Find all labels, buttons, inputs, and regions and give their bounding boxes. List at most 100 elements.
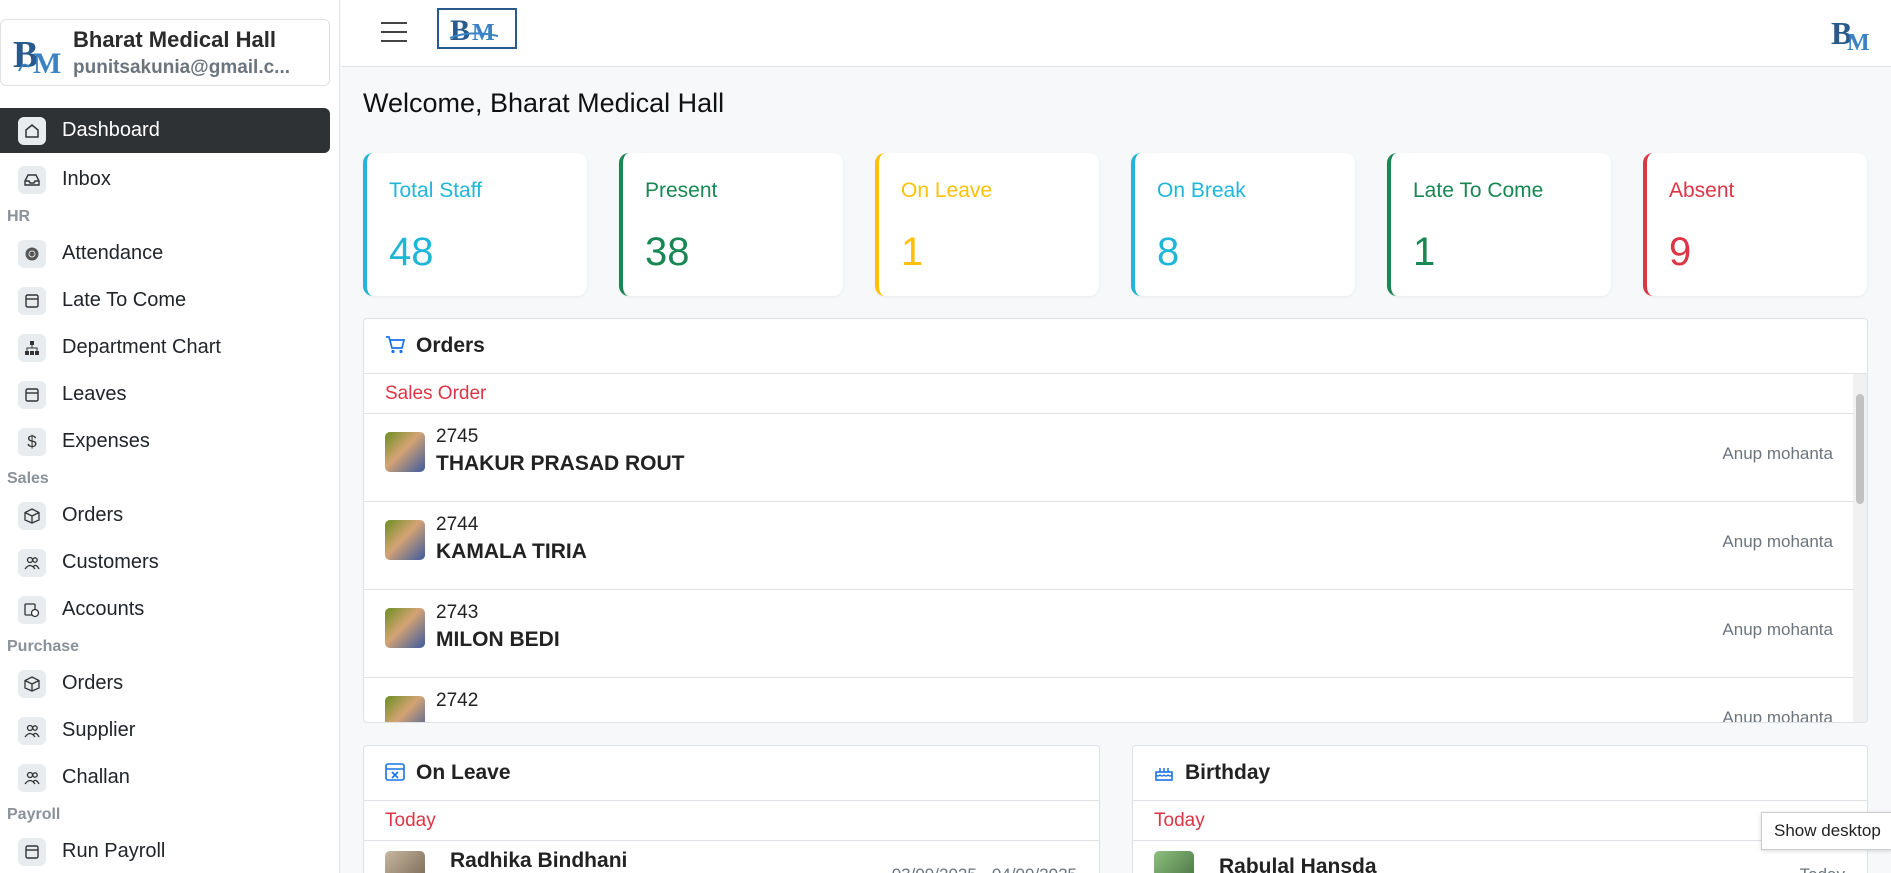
order-created-by: Anup mohanta [1722,708,1833,723]
birthday-subhead: Today [1133,801,1867,841]
stat-value: 1 [1413,230,1436,274]
stat-card-on-leave[interactable]: On Leave 1 [875,153,1099,296]
box-icon [18,501,46,530]
brand-card[interactable]: B M Bharat Medical Hall punitsakunia@gma… [0,19,330,86]
order-row[interactable]: 2744 KAMALA TIRIA Anup mohanta [364,502,1855,590]
stat-value: 8 [1157,230,1180,274]
users-icon [18,716,46,745]
sidebar-item-supplier[interactable]: Supplier [0,707,339,754]
attendance-icon [18,239,46,268]
on-leave-card-header: On Leave [364,746,1099,801]
order-number: 2743 [436,602,479,623]
show-desktop-tooltip: Show desktop [1761,812,1891,850]
stat-label: Present [645,179,718,202]
section-payroll: Payroll [7,805,61,823]
order-row[interactable]: 2742 Anup mohanta [364,678,1855,723]
sidebar-item-label: Orders [62,672,124,694]
sidebar-item-dashboard[interactable]: Dashboard [0,108,330,153]
scroll-thumb[interactable] [1856,394,1864,504]
order-created-by: Anup mohanta [1722,532,1833,551]
stat-value: 48 [389,230,434,274]
calendar-x-icon [384,760,406,787]
sidebar-item-department-chart[interactable]: Department Chart [0,324,339,371]
leave-row[interactable]: Radhika Bindhani 03/09/2025 - 04/09/2025 [364,841,1099,873]
sidebar-item-expenses[interactable]: $ Expenses [0,418,339,465]
svg-text:M: M [33,47,61,79]
sidebar-item-run-payroll[interactable]: Run Payroll [0,828,339,873]
calendar-icon [18,837,46,866]
order-customer-name: KAMALA TIRIA [436,540,587,563]
sidebar-item-late-to-come[interactable]: Late To Come [0,277,339,324]
cart-icon [384,333,406,360]
stat-card-late-to-come[interactable]: Late To Come 1 [1387,153,1611,296]
order-customer-name: MILON BEDI [436,628,560,651]
order-number: 2742 [436,690,479,711]
inbox-icon [18,165,46,194]
birthday-title: Birthday [1185,761,1271,784]
order-row[interactable]: 2743 MILON BEDI Anup mohanta [364,590,1855,678]
sidebar-item-inbox[interactable]: Inbox [0,156,339,203]
sidebar-item-leaves[interactable]: Leaves [0,371,339,418]
accounts-icon [18,595,46,624]
sidebar-item-customers[interactable]: Customers [0,539,339,586]
menu-toggle-icon[interactable] [381,22,407,42]
profile-logo[interactable]: B M [1831,10,1871,56]
order-number: 2745 [436,426,479,447]
avatar [1154,851,1194,873]
svg-text:M: M [1847,30,1870,54]
orders-card: Orders Sales Order 2745 THAKUR PRASAD RO… [363,318,1868,723]
order-created-by: Anup mohanta [1722,444,1833,463]
sidebar-item-label: Inbox [62,168,111,190]
sidebar: B M Bharat Medical Hall punitsakunia@gma… [0,0,340,873]
orders-list: 2745 THAKUR PRASAD ROUT Anup mohanta 274… [364,414,1855,723]
sidebar-item-label: Late To Come [62,289,187,311]
sidebar-item-attendance[interactable]: Attendance [0,230,339,277]
stat-card-absent[interactable]: Absent 9 [1643,153,1867,296]
brand-logo: B M [9,25,65,81]
orders-card-header: Orders [364,319,1867,374]
brand-email: punitsakunia@gmail.c... [73,56,291,78]
sidebar-item-label: Orders [62,504,124,526]
section-sales: Sales [7,469,49,487]
leave-dates: 03/09/2025 - 04/09/2025 [892,865,1077,873]
sidebar-item-label: Customers [62,551,159,573]
on-leave-title: On Leave [416,761,511,784]
stat-value: 9 [1669,230,1692,274]
users-icon [18,763,46,792]
stat-label: On Break [1157,179,1246,202]
sidebar-item-label: Supplier [62,719,136,741]
sales-order-subhead: Sales Order [364,374,1867,414]
dollar-icon: $ [18,427,46,456]
birthday-row[interactable]: Rabulal Hansda Today [1133,841,1867,873]
sidebar-item-challan[interactable]: Challan [0,754,339,801]
top-logo[interactable]: B M [437,8,517,49]
section-hr: HR [7,207,31,225]
home-icon [18,116,46,145]
order-number: 2744 [436,514,479,535]
stat-label: Late To Come [1413,179,1544,202]
stat-card-present[interactable]: Present 38 [619,153,843,296]
sidebar-item-label: Attendance [62,242,164,264]
sidebar-nav: Dashboard Inbox HR Attendance Late To Co… [0,108,339,873]
org-chart-icon [18,333,46,362]
stat-value: 38 [645,230,690,274]
stat-card-total-staff[interactable]: Total Staff 48 [363,153,587,296]
stat-label: On Leave [901,179,993,202]
stat-card-on-break[interactable]: On Break 8 [1131,153,1355,296]
sidebar-item-label: Challan [62,766,130,788]
avatar [385,432,425,472]
sidebar-item-accounts[interactable]: Accounts [0,586,339,633]
sidebar-item-purchase-orders[interactable]: Orders [0,660,339,707]
order-row[interactable]: 2745 THAKUR PRASAD ROUT Anup mohanta [364,414,1855,502]
on-leave-card: On Leave Today Radhika Bindhani 03/09/20… [363,745,1100,873]
sidebar-item-label: Accounts [62,598,145,620]
page-title: Welcome, Bharat Medical Hall [363,88,725,118]
sidebar-item-sales-orders[interactable]: Orders [0,492,339,539]
leave-employee-name: Radhika Bindhani [450,849,628,872]
order-customer-name: THAKUR PRASAD ROUT [436,452,685,475]
order-created-by: Anup mohanta [1722,620,1833,639]
sidebar-item-label: Expenses [62,430,150,452]
stat-label: Total Staff [389,179,483,202]
calendar-icon [18,380,46,409]
orders-scrollbar[interactable] [1853,374,1867,722]
